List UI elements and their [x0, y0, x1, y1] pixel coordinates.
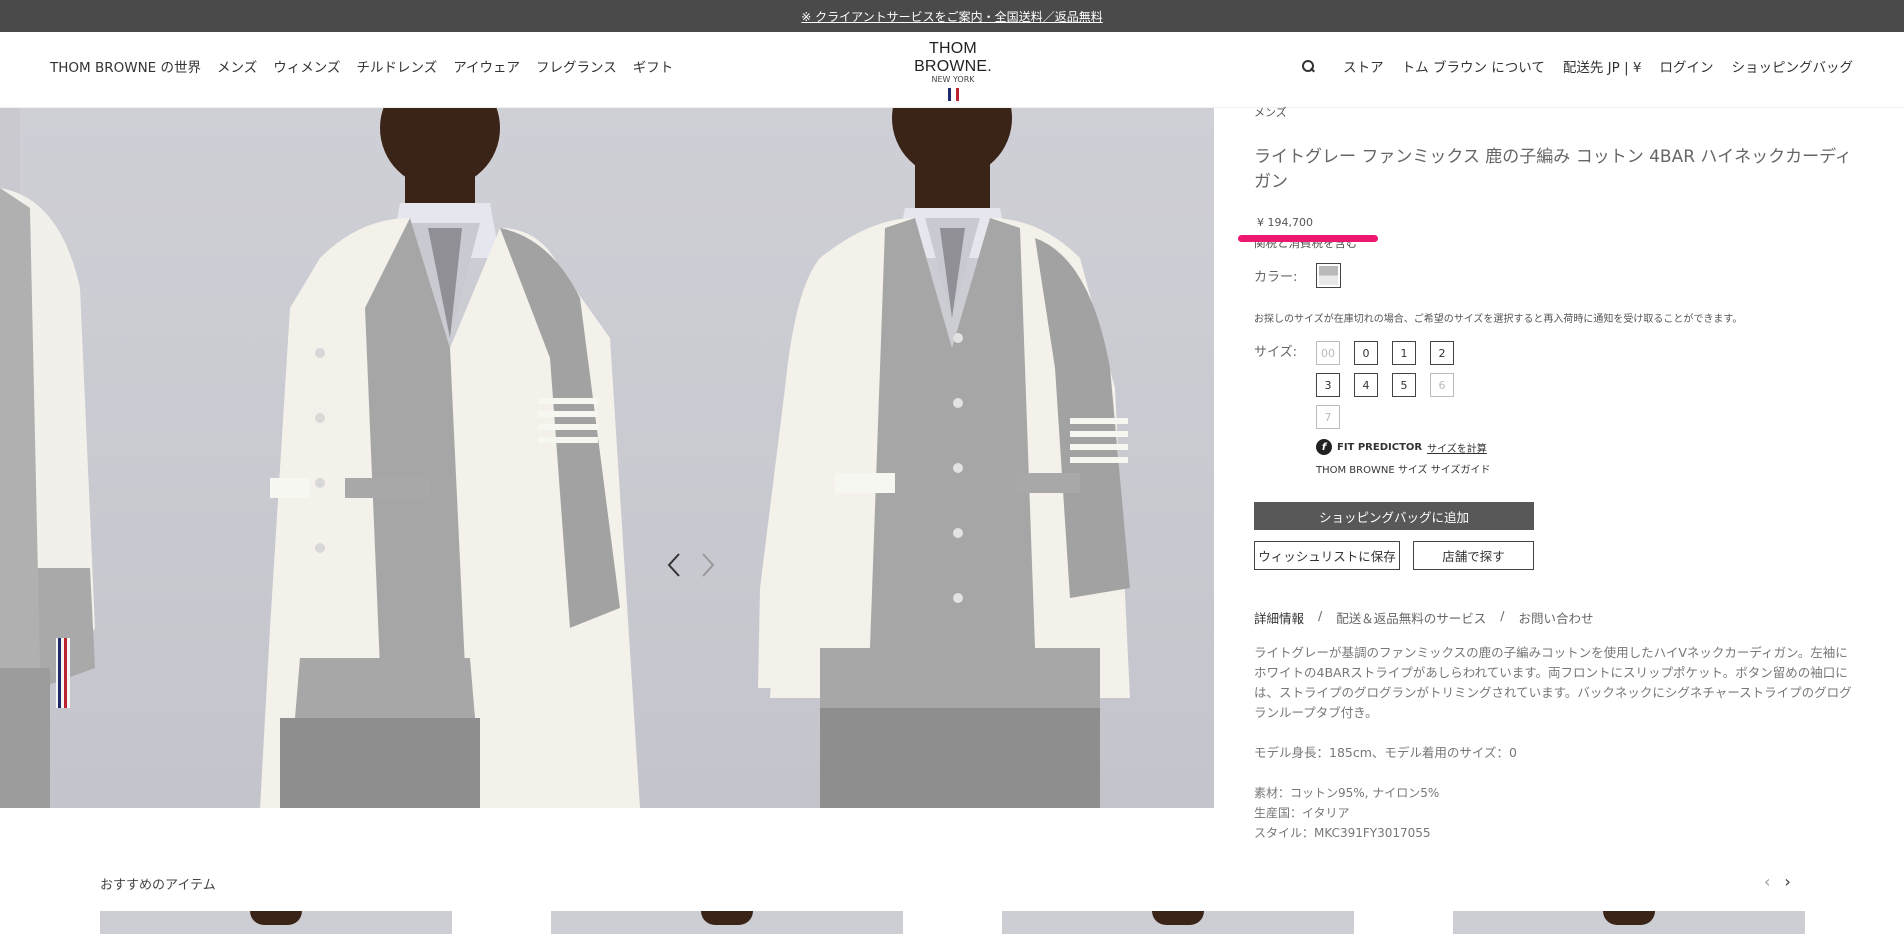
size-grid: 00 0 1 2 3 4 5 6 7 — [1316, 341, 1454, 429]
rec-prev-icon[interactable]: ‹ — [1764, 872, 1770, 891]
model-front-view — [758, 108, 1130, 808]
nav-login[interactable]: ログイン — [1660, 56, 1714, 76]
logo-subtitle: NEW YORK — [931, 75, 975, 84]
brand-logo[interactable]: THOM BROWNE. NEW YORK — [898, 40, 1008, 101]
main-nav: THOM BROWNE の世界 メンズ ウィメンズ チルドレンズ アイウェア フ… — [50, 56, 673, 76]
product-gallery[interactable] — [0, 108, 1214, 808]
tab-separator: / — [1318, 608, 1323, 623]
save-to-wishlist-button[interactable]: ウィッシュリストに保存 — [1254, 541, 1400, 570]
site-header: THOM BROWNE の世界 メンズ ウィメンズ チルドレンズ アイウェア フ… — [0, 32, 1904, 108]
nav-womens[interactable]: ウィメンズ — [273, 56, 340, 76]
size-guide-link[interactable]: THOM BROWNE サイズ サイズガイド — [1316, 461, 1854, 476]
nav-shipping-country[interactable]: 配送先 JP | ¥ — [1563, 56, 1642, 76]
product-price: ¥ 194,700 — [1257, 216, 1313, 229]
cardigan-side-image — [0, 108, 95, 808]
add-to-bag-button[interactable]: ショッピングバッグに追加 — [1254, 502, 1534, 530]
tab-contact[interactable]: お問い合わせ — [1518, 608, 1593, 627]
model-side-view — [260, 108, 640, 808]
recommended-item-1[interactable] — [100, 911, 452, 934]
color-label: カラー: — [1254, 270, 1298, 285]
find-in-store-button[interactable]: 店舗で探す — [1413, 541, 1534, 570]
size-option[interactable]: 0 — [1354, 341, 1378, 365]
size-option[interactable]: 5 — [1392, 373, 1416, 397]
product-title: ライトグレー ファンミックス 鹿の子編み コットン 4BAR ハイネックカーディ… — [1254, 147, 1852, 192]
detail-tabs: 詳細情報 / 配送＆返品無料のサービス / お問い合わせ — [1254, 608, 1854, 627]
logo-name: THOM BROWNE. — [914, 40, 992, 75]
tab-separator: / — [1500, 608, 1505, 623]
color-swatch-light-grey[interactable] — [1316, 263, 1341, 288]
search-icon[interactable] — [1301, 59, 1315, 73]
product-image-side — [200, 108, 690, 808]
recommended-item-3[interactable] — [1002, 911, 1354, 934]
announcement-bar: ※ クライアントサービスをご案内・全国送料／返品無料 — [0, 0, 1904, 32]
nav-gift[interactable]: ギフト — [633, 56, 674, 76]
highlight-annotation — [1238, 235, 1378, 242]
style-number: スタイル：MKC391FY3017055 — [1254, 826, 1431, 840]
product-info: メンズ ライトグレー ファンミックス 鹿の子編み コットン 4BAR ハイネック… — [1238, 104, 1854, 843]
color-selector: カラー: — [1254, 263, 1854, 288]
nav-world[interactable]: THOM BROWNE の世界 — [50, 56, 201, 76]
rec-next-icon[interactable]: › — [1784, 872, 1790, 891]
recommended-item-4[interactable] — [1453, 911, 1805, 934]
nav-store[interactable]: ストア — [1343, 56, 1384, 76]
material-info: 素材：コットン95%, ナイロン5% — [1254, 786, 1440, 800]
tricolor-flag-icon — [898, 88, 1008, 101]
nav-shopping-bag[interactable]: ショッピングバッグ — [1732, 56, 1854, 76]
size-calculate-link[interactable]: サイズを計算 — [1427, 440, 1487, 455]
announcement-link[interactable]: ※ クライアントサービスをご案内・全国送料／返品無料 — [801, 8, 1102, 25]
size-option[interactable]: 2 — [1430, 341, 1454, 365]
fit-predictor-icon: f — [1316, 439, 1332, 455]
product-specs: 素材：コットン95%, ナイロン5% 生産国：イタリア スタイル：MKC391F… — [1254, 783, 1854, 843]
gallery-prev-arrow[interactable] — [665, 552, 685, 578]
description-text: ライトグレーが基調のファンミックスの鹿の子編みコットンを使用したハイVネックカー… — [1254, 645, 1852, 720]
recommendations-title: おすすめのアイテム — [100, 878, 216, 893]
nav-mens[interactable]: メンズ — [217, 56, 257, 76]
nav-fragrance[interactable]: フレグランス — [536, 56, 617, 76]
nav-about[interactable]: トム ブラウン について — [1402, 56, 1545, 76]
size-option[interactable]: 6 — [1430, 373, 1454, 397]
product-description: ライトグレーが基調のファンミックスの鹿の子編みコットンを使用したハイVネックカー… — [1254, 643, 1854, 843]
tab-details[interactable]: 詳細情報 — [1254, 608, 1304, 627]
model-info: モデル身長：185cm、モデル着用のサイズ：0 — [1254, 745, 1517, 760]
fit-predictor: f FIT PREDICTOR サイズを計算 THOM BROWNE サイズ サ… — [1316, 439, 1854, 476]
utility-nav: ストア トム ブラウン について 配送先 JP | ¥ ログイン ショッピングバ… — [1301, 56, 1853, 76]
size-label: サイズ: — [1254, 345, 1297, 360]
recommended-item-2[interactable] — [551, 911, 903, 934]
fit-predictor-label: FIT PREDICTOR — [1337, 441, 1423, 453]
restock-notice: お探しのサイズが在庫切れの場合、ご希望のサイズを選択すると再入荷時に通知を受け取… — [1254, 314, 1743, 325]
size-option[interactable]: 7 — [1316, 405, 1340, 429]
size-option[interactable]: 4 — [1354, 373, 1378, 397]
size-option[interactable]: 00 — [1316, 341, 1340, 365]
size-option[interactable]: 1 — [1392, 341, 1416, 365]
tab-shipping-returns[interactable]: 配送＆返品無料のサービス — [1336, 608, 1486, 627]
gallery-next-arrow[interactable] — [697, 552, 717, 578]
nav-childrens[interactable]: チルドレンズ — [356, 56, 437, 76]
origin-info: 生産国：イタリア — [1254, 806, 1350, 820]
recommendations-nav: ‹ › — [1764, 872, 1791, 891]
product-image-partial — [0, 108, 200, 808]
nav-eyewear[interactable]: アイウェア — [453, 56, 520, 76]
size-option[interactable]: 3 — [1316, 373, 1340, 397]
breadcrumb[interactable]: メンズ — [1254, 104, 1854, 120]
product-image-front — [690, 108, 1214, 808]
size-selector: サイズ: 00 0 1 2 3 4 5 6 7 — [1254, 341, 1854, 429]
